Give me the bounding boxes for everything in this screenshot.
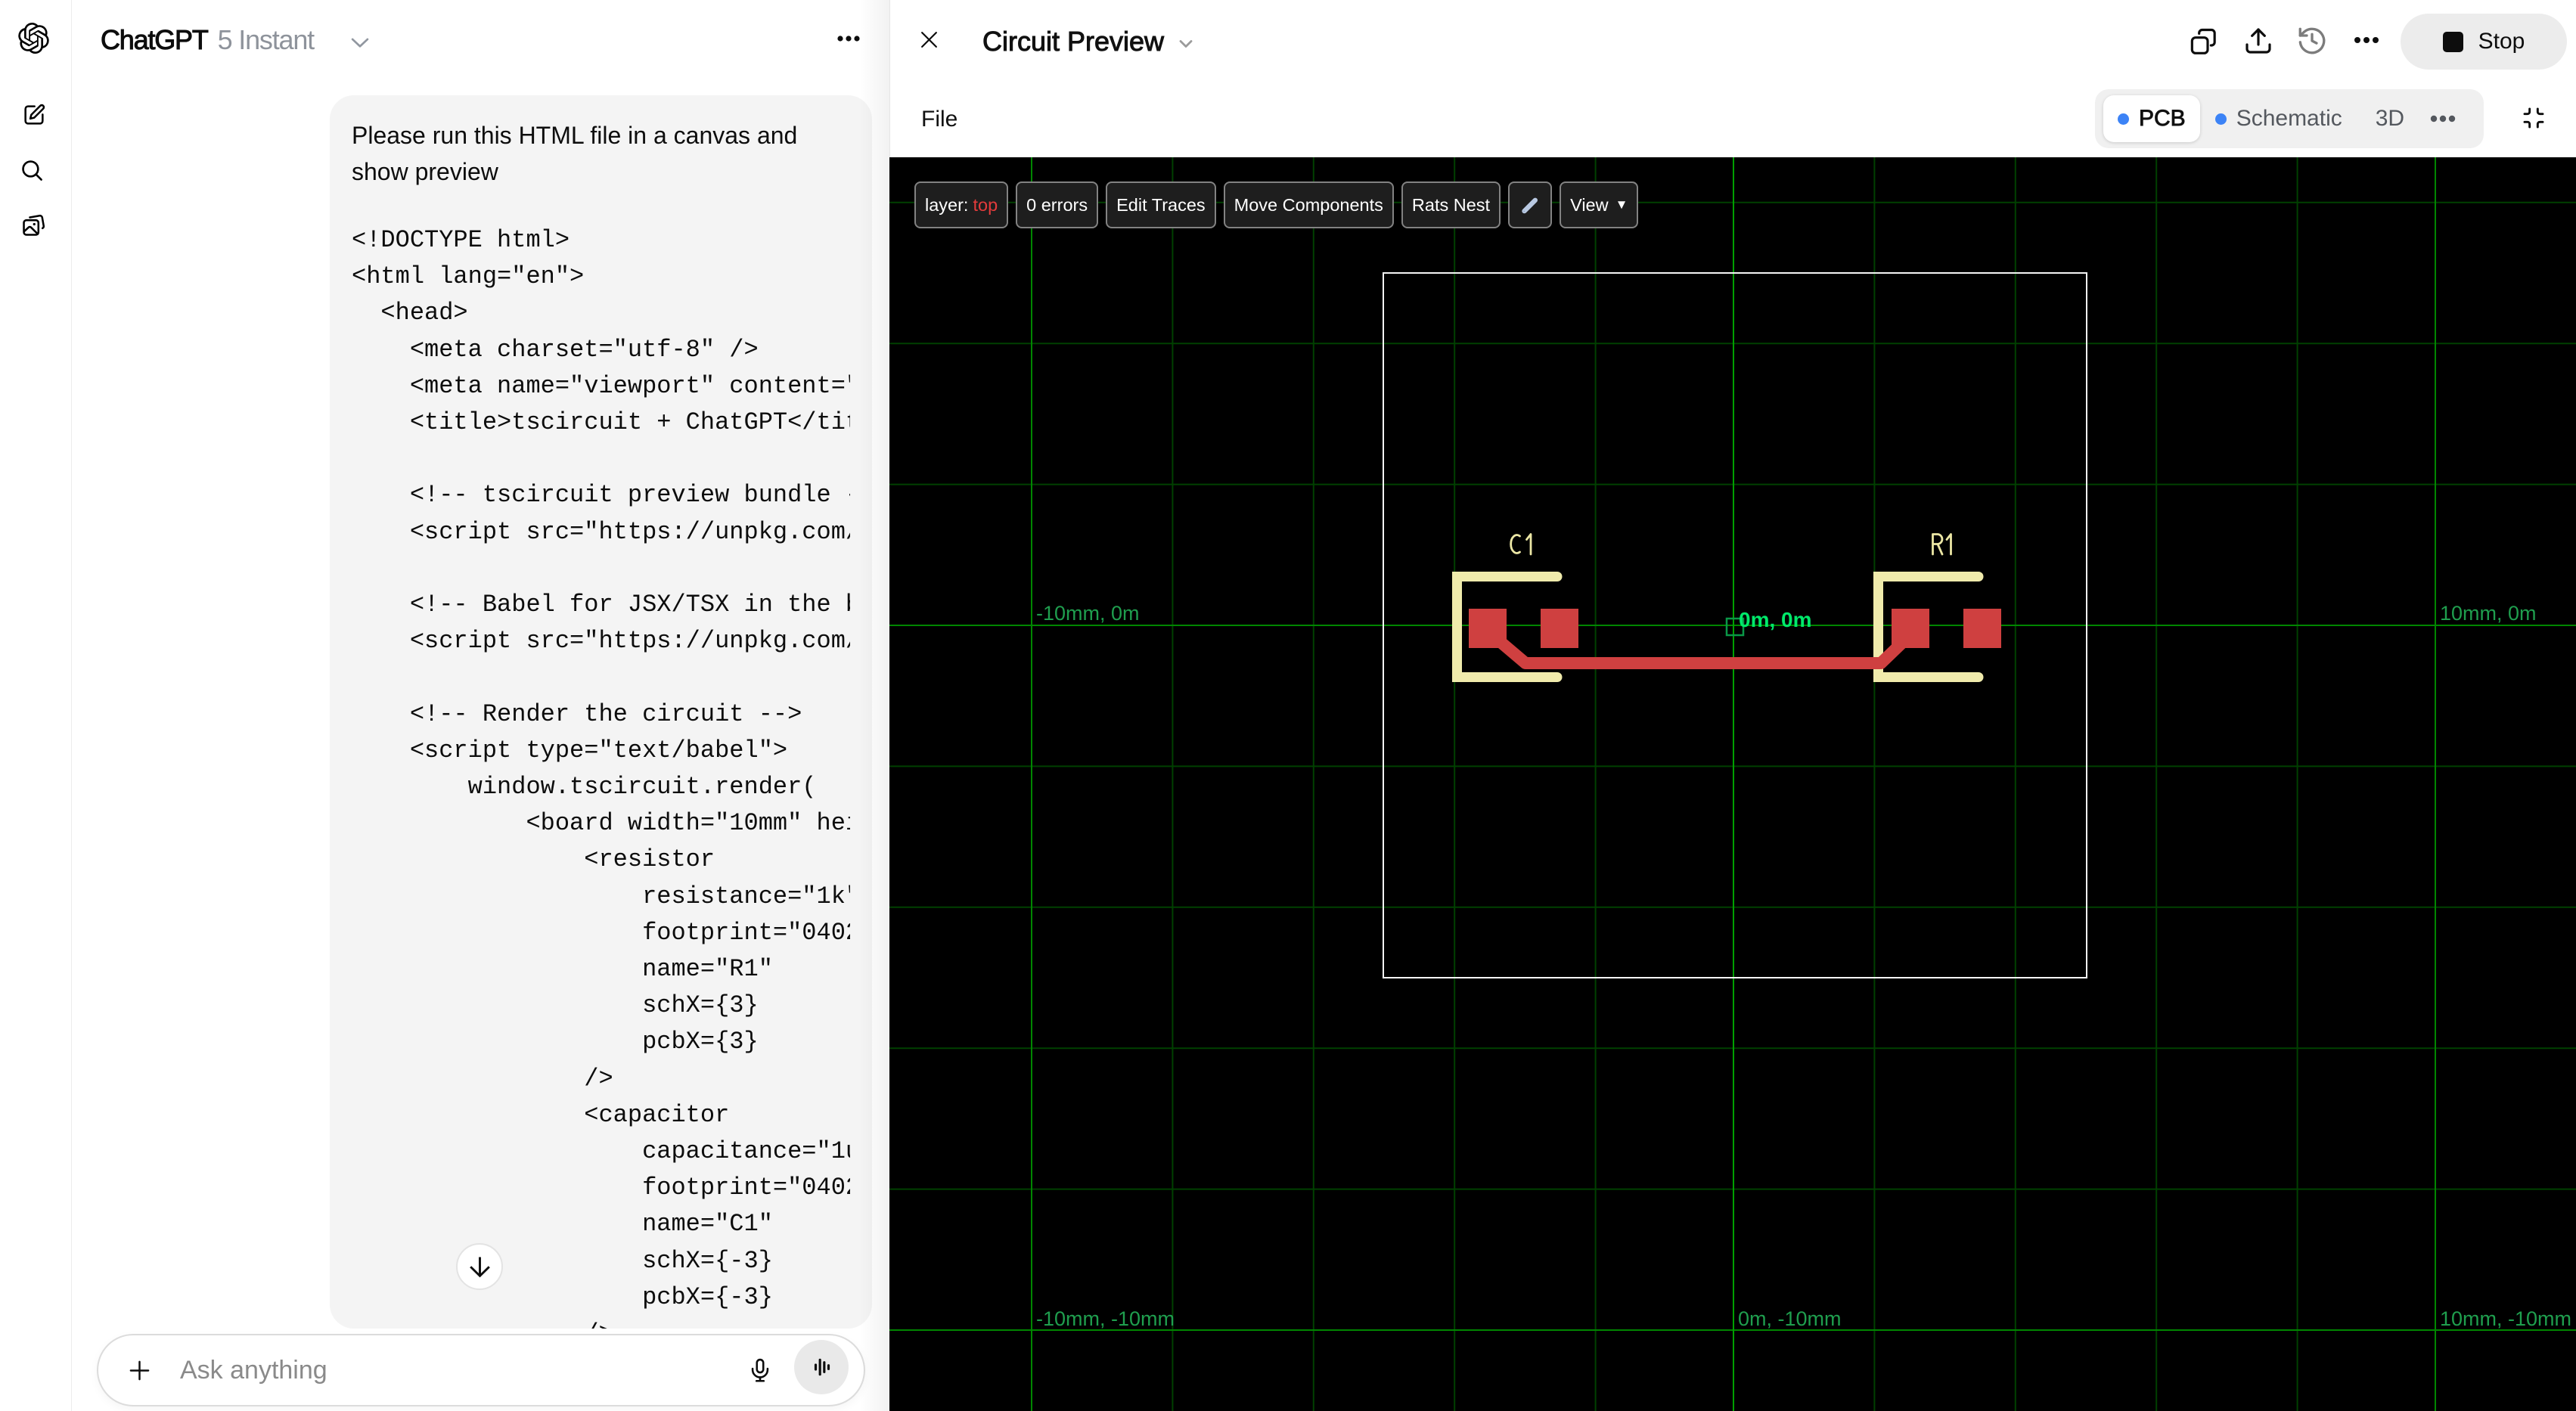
svg-text:0m, 0m: 0m, 0m: [1739, 608, 1812, 631]
svg-text:10mm, -10mm: 10mm, -10mm: [2440, 1307, 2571, 1330]
svg-text:10mm, 0m: 10mm, 0m: [2440, 602, 2537, 625]
svg-text:0m, -10mm: 0m, -10mm: [1738, 1307, 1842, 1330]
svg-text:-10mm, -10mm: -10mm, -10mm: [1036, 1307, 1175, 1330]
svg-text:-10mm, 0m: -10mm, 0m: [1036, 602, 1140, 625]
